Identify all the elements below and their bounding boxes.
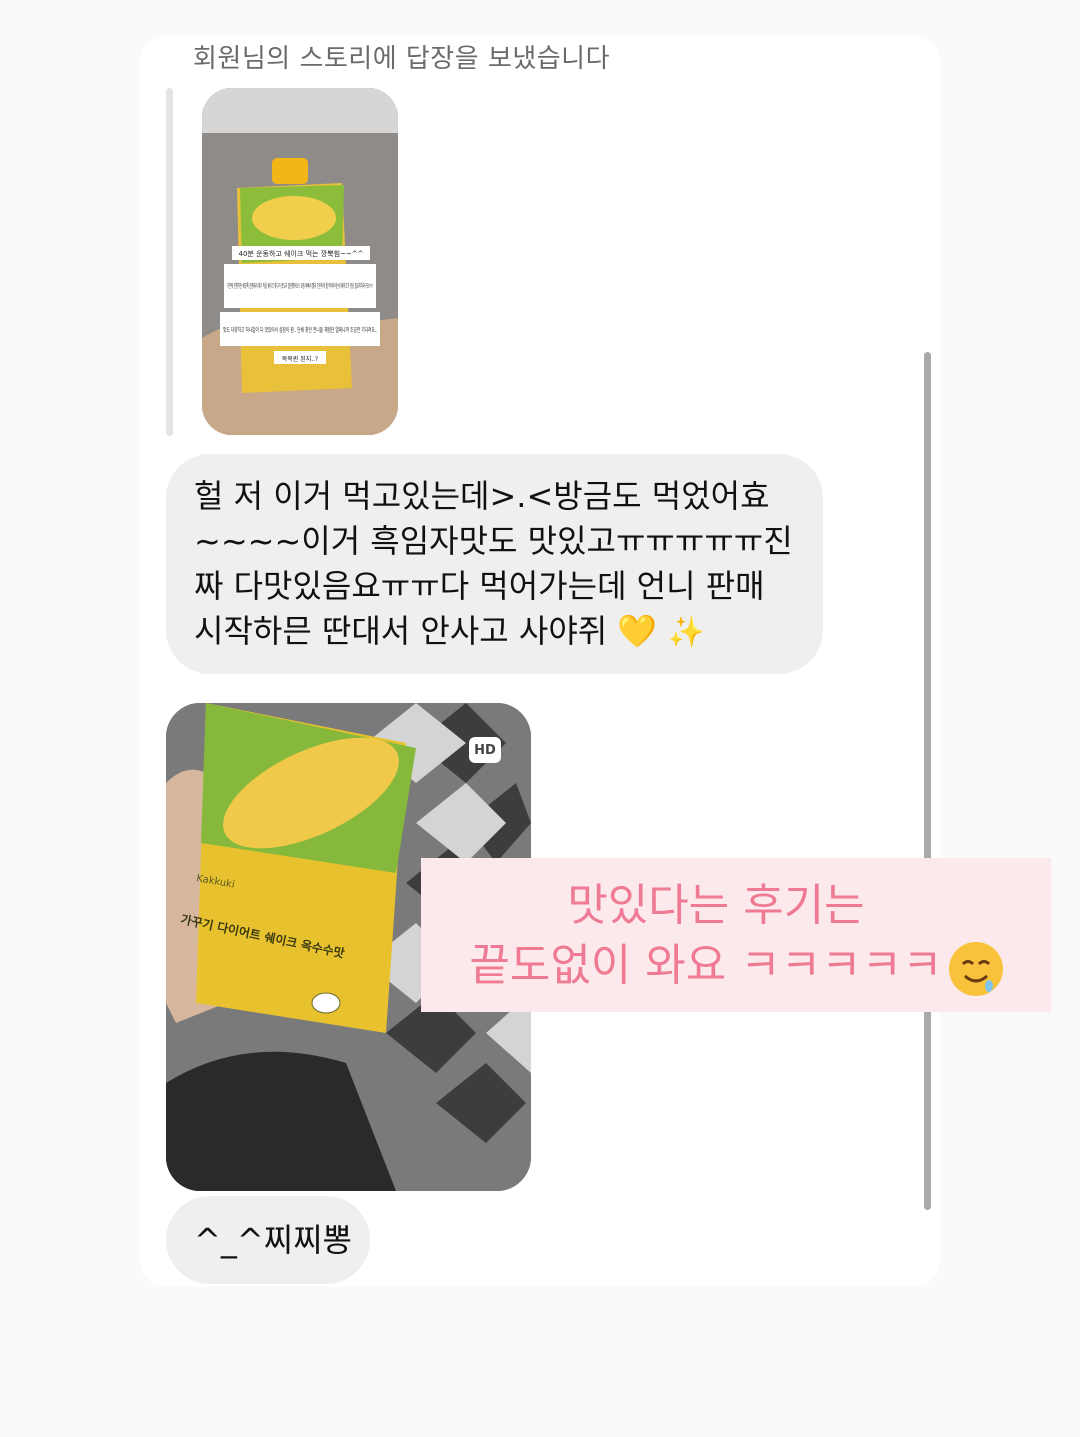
- story-thumbnail[interactable]: 40분 운동하고 쉐이크 먹는 깡뿍힘~~^^ 기존에 진행하던 쉐잇톡 단종돼…: [202, 88, 398, 435]
- hd-badge: HD: [469, 737, 501, 763]
- message-bubble-small: ^_^찌찌뽕: [166, 1196, 370, 1284]
- reply-indicator-bar: [166, 88, 173, 436]
- caption-line-2-wrap: 끝도없이 와요 ㅋㅋㅋㅋㅋ: [421, 936, 1051, 996]
- scrollbar[interactable]: [924, 352, 931, 1210]
- message-text-small: ^_^찌찌뽕: [194, 1221, 352, 1259]
- story-text-2: 기존에 진행하던 쉐잇톡 단종돼서 제가 먹을 쉐이크 찾다가 맛도리 발견했어…: [227, 282, 373, 290]
- story-text-3: 맛도 다양하고 하나같이 다 맛있어서 심장이 뭔.. 단쉐 찾던 언니들 체험…: [223, 326, 377, 334]
- caption-overlay: 맛있다는 후기는 끝도없이 와요 ㅋㅋㅋㅋㅋ: [421, 858, 1051, 1012]
- message-bubble: 헐 저 이거 먹고있는데>.<방금도 먹었어효~~~~이거 흑임자맛도 맛있고ㅠ…: [166, 454, 823, 674]
- yellow-heart-emoji: 💛: [617, 612, 658, 650]
- caption-line-2: 끝도없이 와요 ㅋㅋㅋㅋㅋ: [469, 940, 943, 991]
- drooling-face-icon: [948, 941, 1003, 996]
- story-image: 40분 운동하고 쉐이크 먹는 깡뿍힘~~^^ 기존에 진행하던 쉐잇톡 단종돼…: [202, 88, 398, 435]
- story-reply-header: 회원님의 스토리에 답장을 보냈습니다: [193, 44, 611, 74]
- sparkles-emoji: ✨: [667, 615, 705, 650]
- caption-line-1: 맛있다는 후기는: [567, 880, 865, 931]
- story-text-1: 40분 운동하고 쉐이크 먹는 깡뿍힘~~^^: [239, 249, 364, 258]
- story-text-4: 목목퀸 된지..?: [282, 355, 319, 363]
